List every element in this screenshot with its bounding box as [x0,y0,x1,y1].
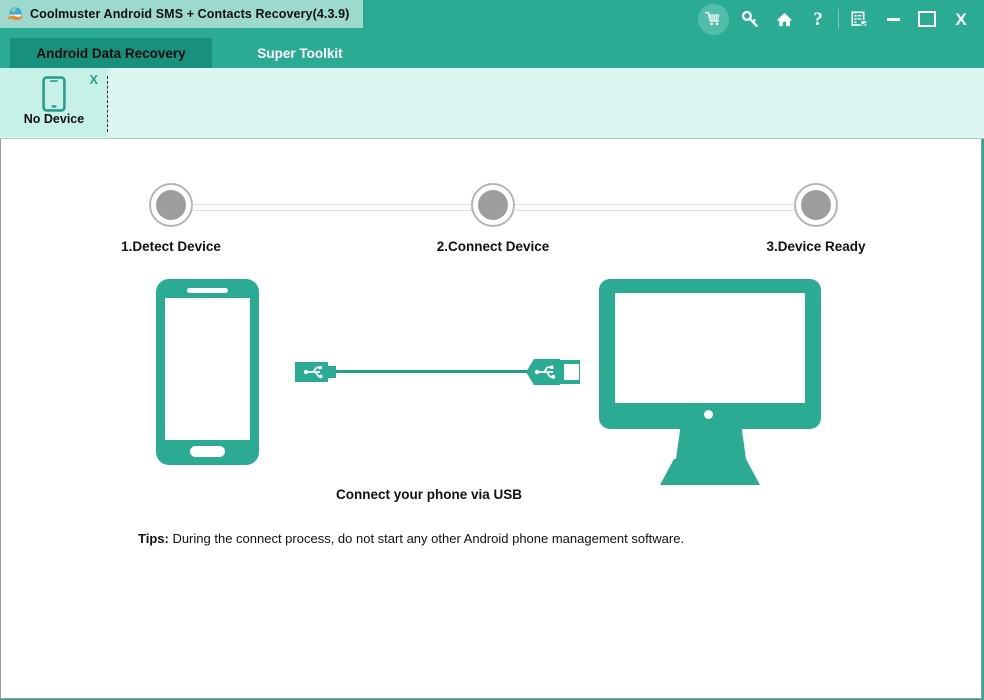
home-button[interactable] [767,0,801,38]
monitor-screen [615,293,805,403]
step-circle [794,183,838,227]
tab-label: Android Data Recovery [36,45,186,61]
close-button[interactable]: X [944,0,978,38]
cable-label: Connect your phone via USB [336,487,523,502]
register-button[interactable] [842,0,876,38]
register-icon [850,10,867,27]
key-icon [741,10,758,27]
usb-cable-wire [321,370,537,373]
step-dot [801,190,831,220]
maximize-button[interactable] [910,0,944,38]
tips-text: Tips: During the connect process, do not… [138,531,684,546]
usb-connector-right-icon [526,359,580,385]
step-label: 3.Device Ready [766,239,866,254]
step-device-ready: 3.Device Ready [736,183,896,254]
maximize-icon [918,11,936,27]
home-icon [776,12,792,26]
phone-illustration [156,279,259,465]
window-title: Coolmuster Android SMS + Contacts Recove… [30,7,350,21]
cart-icon [697,3,729,35]
step-detect-device: 1.Detect Device [91,183,251,254]
window-controls: ? X [693,0,978,38]
window-title-chip: Coolmuster Android SMS + Contacts Recove… [0,0,364,28]
step-circle [149,183,193,227]
step-indicator: 1.Detect Device 2.Connect Device 3.Devic… [1,160,983,270]
device-divider [107,76,108,132]
coolmuster-globe-icon [8,7,23,21]
step-circle [471,183,515,227]
device-close-icon[interactable]: X [89,72,98,87]
tips-body: During the connect process, do not start… [168,531,685,546]
cart-button[interactable] [693,0,733,38]
monitor-indicator-dot [704,410,713,419]
tab-super-toolkit[interactable]: Super Toolkit [224,38,376,68]
step-label: 1.Detect Device [121,239,221,254]
monitor-base [660,459,760,485]
phone-screen [165,298,250,440]
step-connect-device: 2.Connect Device [413,183,573,254]
key-button[interactable] [733,0,767,38]
tab-label: Super Toolkit [257,45,343,61]
phone-icon [42,76,66,112]
minimize-button[interactable] [876,0,910,38]
device-card[interactable]: X No Device [0,68,108,137]
help-icon: ? [813,8,823,30]
phone-speaker [187,288,228,293]
application-window: Coolmuster Android SMS + Contacts Recove… [0,0,984,700]
minimize-icon [886,17,900,21]
divider [838,9,839,29]
device-label: No Device [23,112,85,126]
step-dot [156,190,186,220]
device-strip: X No Device [0,68,984,139]
usb-connector-left-icon [295,362,336,382]
phone-home-button [190,446,225,457]
title-bar: Coolmuster Android SMS + Contacts Recove… [0,0,984,38]
step-dot [478,190,508,220]
tab-android-data-recovery[interactable]: Android Data Recovery [10,38,212,68]
main-content: 1.Detect Device 2.Connect Device 3.Devic… [0,139,982,699]
step-label: 2.Connect Device [436,239,550,254]
tips-prefix: Tips: [138,531,169,546]
help-button[interactable]: ? [801,0,835,38]
monitor-neck [676,429,746,459]
tab-bar: Android Data Recovery Super Toolkit [0,38,984,68]
monitor-illustration [599,279,821,429]
close-icon: X [955,9,967,29]
